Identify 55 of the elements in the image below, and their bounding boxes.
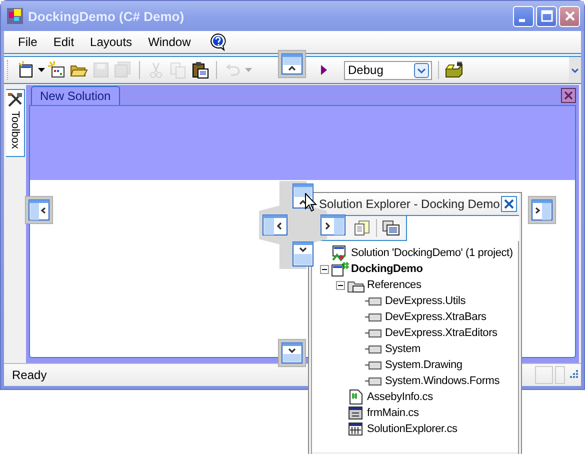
close-icon bbox=[504, 199, 514, 209]
maximize-button[interactable] bbox=[536, 6, 557, 26]
tree-item[interactable]: System.Windows.Forms bbox=[385, 375, 500, 387]
dock-right-icon[interactable] bbox=[320, 214, 346, 236]
minimize-icon bbox=[519, 18, 525, 22]
grid-file-icon bbox=[347, 421, 365, 437]
dock-left-icon[interactable] bbox=[25, 196, 53, 224]
clipboard-icon[interactable] bbox=[190, 59, 210, 81]
tree-item[interactable]: SolutionExplorer.cs bbox=[367, 423, 458, 435]
menu-item[interactable]: Window bbox=[140, 35, 199, 49]
tree-item[interactable]: frmMain.cs bbox=[367, 407, 419, 419]
tree-item[interactable]: AssebyInfo.cs bbox=[367, 391, 433, 403]
mouse-cursor-icon bbox=[305, 193, 317, 212]
menu-item[interactable]: Layouts bbox=[82, 35, 140, 49]
collapse-icon[interactable] bbox=[320, 264, 329, 274]
window-title: DockingDemo (C# Demo) bbox=[28, 8, 186, 24]
tree-item[interactable]: DockingDemo bbox=[351, 263, 423, 275]
status-panel bbox=[535, 366, 553, 384]
dock-right-icon[interactable] bbox=[528, 196, 556, 224]
status-panel bbox=[555, 366, 565, 384]
status-text: Ready bbox=[11, 368, 47, 382]
code-file-icon bbox=[347, 389, 365, 405]
document-tab[interactable]: New Solution bbox=[31, 86, 120, 105]
dock-bottom-icon[interactable] bbox=[278, 339, 306, 367]
tree-item[interactable]: DevExpress.Utils bbox=[385, 295, 466, 307]
tree-item[interactable]: References bbox=[367, 279, 422, 291]
dock-bottom-icon[interactable] bbox=[292, 241, 314, 267]
properties-icon[interactable] bbox=[352, 218, 372, 238]
close-button[interactable] bbox=[561, 88, 576, 103]
minimize-button[interactable] bbox=[513, 6, 534, 26]
toolbox-tab[interactable]: Toolbox bbox=[6, 89, 25, 157]
close-icon bbox=[564, 91, 573, 100]
view-code-icon[interactable] bbox=[381, 218, 401, 238]
configuration-dropdown[interactable]: Debug bbox=[344, 60, 432, 80]
help-icon[interactable] bbox=[208, 33, 227, 51]
maximize-icon bbox=[540, 10, 552, 22]
dock-left-icon[interactable] bbox=[262, 214, 288, 236]
menu-item[interactable]: File bbox=[10, 35, 46, 49]
tree-item[interactable]: System bbox=[385, 343, 420, 355]
dropdown-arrow-icon[interactable] bbox=[38, 68, 45, 72]
resize-grip-icon bbox=[567, 369, 579, 381]
tree-item[interactable]: DevExpress.XtraEditors bbox=[385, 327, 498, 339]
collapse-icon[interactable] bbox=[336, 280, 345, 290]
toolbar-overflow-icon[interactable] bbox=[569, 57, 581, 83]
menu-item[interactable]: Edit bbox=[45, 35, 82, 49]
project-icon bbox=[331, 261, 349, 277]
app-icon bbox=[7, 8, 23, 24]
tree-item[interactable]: System.Drawing bbox=[385, 359, 462, 371]
tree-item[interactable]: DevExpress.XtraBars bbox=[385, 311, 486, 323]
close-icon bbox=[564, 10, 576, 22]
close-button[interactable] bbox=[501, 196, 517, 212]
form-icon bbox=[347, 405, 365, 421]
tools-icon bbox=[7, 92, 23, 108]
tree-item[interactable]: Solution 'DockingDemo' (1 project) bbox=[351, 247, 513, 259]
panel-title: Solution Explorer - Docking Demo bbox=[319, 197, 500, 211]
